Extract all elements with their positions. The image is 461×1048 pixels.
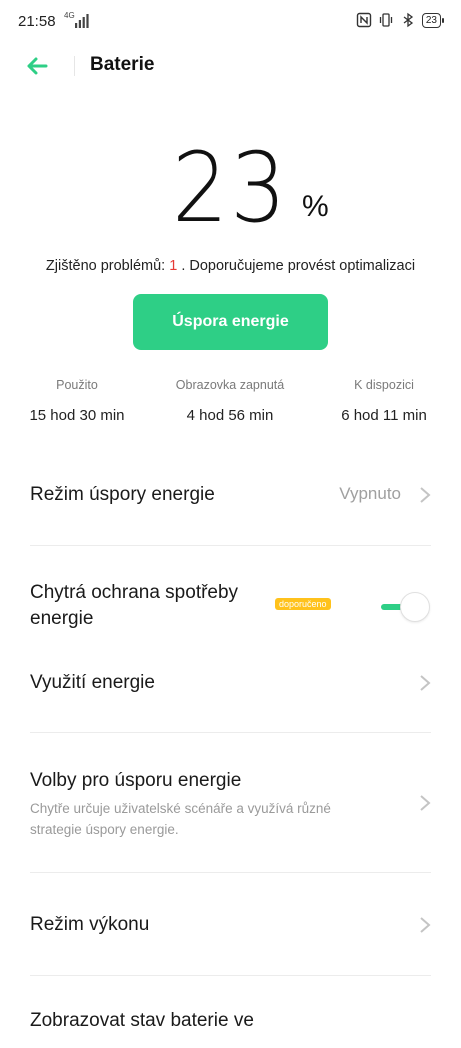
divider [30, 872, 431, 873]
stat-label: K dispozici [354, 378, 414, 392]
battery-icon: 23 [421, 12, 445, 28]
row-title: Režim výkonu [30, 914, 150, 935]
vibrate-icon [379, 13, 393, 27]
usage-stats: Použito 15 hod 30 min Obrazovka zapnutá … [0, 378, 461, 438]
row-title: Zobrazovat stav baterie ve [30, 1010, 254, 1031]
divider [30, 545, 431, 546]
row-power-saving-mode[interactable]: Režim úspory energie Vypnuto [30, 468, 431, 524]
row-value: Vypnuto [339, 484, 401, 503]
row-saving-options[interactable]: Volby pro úsporu energie Chytře určuje u… [30, 768, 431, 848]
stat-label: Obrazovka zapnutá [175, 378, 285, 392]
stat-screen-on: Obrazovka zapnutá 4 hod 56 min [155, 378, 305, 424]
chevron-right-icon [420, 917, 431, 933]
battery-percentage: 23 % [0, 132, 461, 244]
page-title: Baterie [90, 54, 155, 75]
app-header: Baterie [0, 44, 461, 88]
toggle-knob [400, 592, 430, 622]
stat-label: Použito [56, 378, 98, 392]
back-button[interactable] [26, 52, 62, 80]
network-type: 4G [64, 11, 75, 20]
back-arrow-icon [27, 57, 48, 75]
row-energy-usage[interactable]: Využití energie [30, 660, 431, 708]
problems-prefix: Zjištěno problémů: [45, 258, 170, 274]
smart-protection-toggle[interactable] [378, 592, 430, 622]
header-divider [74, 56, 75, 76]
stat-value: 15 hod 30 min [29, 407, 125, 424]
divider [30, 732, 431, 733]
row-performance-mode[interactable]: Režim výkonu [30, 900, 431, 950]
signal-icon [75, 14, 89, 28]
percent-sign: % [302, 190, 329, 223]
bluetooth-icon [403, 12, 413, 28]
chevron-right-icon [420, 795, 431, 811]
battery-percent-value: 23 [172, 132, 289, 244]
stat-available: K dispozici 6 hod 11 min [309, 378, 459, 424]
row-title: Využití energie [30, 672, 155, 693]
problems-message: Zjištěno problémů: 1 . Doporučujeme prov… [0, 258, 461, 274]
status-time: 21:58 [18, 13, 56, 30]
chevron-right-icon [420, 487, 431, 503]
stat-used: Použito 15 hod 30 min [2, 378, 152, 424]
nfc-icon [356, 12, 372, 28]
chevron-right-icon [420, 675, 431, 691]
problems-suffix: . Doporučujeme provést optimalizaci [177, 258, 416, 274]
divider [30, 975, 431, 976]
status-bar: 21:58 4G 23 [0, 0, 461, 44]
stat-value: 6 hod 11 min [341, 407, 427, 424]
row-show-battery-status[interactable]: Zobrazovat stav baterie ve [30, 1008, 431, 1048]
power-saving-button[interactable]: Úspora energie [133, 294, 328, 350]
row-title: Volby pro úsporu energie [30, 770, 242, 791]
stat-value: 4 hod 56 min [186, 407, 274, 424]
row-subtitle: Chytře určuje uživatelské scénáře a využ… [30, 801, 331, 837]
row-smart-protection[interactable]: Chytrá ochrana spotřeby energie [30, 580, 431, 638]
row-title: Chytrá ochrana spotřeby energie [30, 582, 239, 629]
recommended-badge: doporučeno [275, 598, 331, 610]
